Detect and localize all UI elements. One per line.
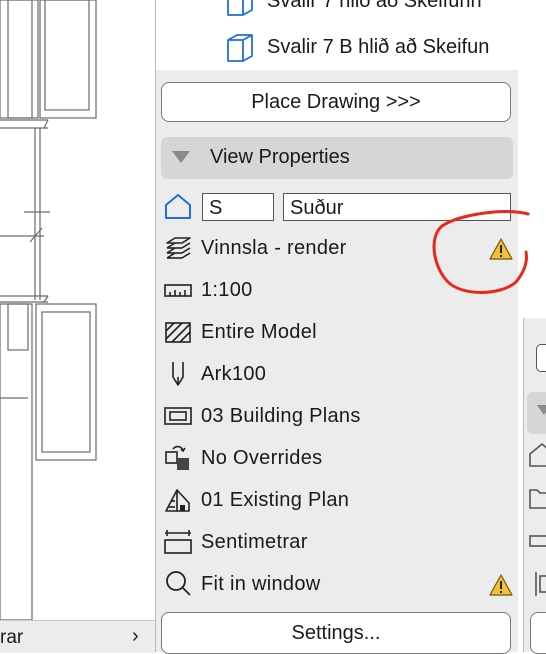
view-id-field[interactable]: S <box>202 193 274 221</box>
scale-icon <box>164 284 192 297</box>
zoom-label: Fit in window <box>201 573 321 595</box>
place-drawing-button[interactable]: Place Drawing >>> <box>161 82 511 122</box>
pen-set-icon <box>172 362 184 386</box>
settings-button[interactable]: Settings... <box>161 612 511 654</box>
layer-combination-label: Vinnsla - render <box>201 237 347 259</box>
secondary-panel <box>523 318 546 654</box>
graphic-overrides-icon <box>165 445 189 470</box>
scale-icon <box>529 535 546 547</box>
folder-icon <box>529 489 546 509</box>
zoom-icon <box>166 571 191 596</box>
view-cube-icon <box>227 0 253 16</box>
secondary-settings-button[interactable] <box>530 612 546 654</box>
view-properties-header[interactable]: View Properties <box>161 137 513 179</box>
model-view-options-label: 03 Building Plans <box>201 405 361 427</box>
zoom-row[interactable]: Fit in window <box>161 565 513 603</box>
view-name-field[interactable]: Suður <box>283 193 511 221</box>
dimension-label: Sentimetrar <box>201 531 308 553</box>
tree-item-label: Svalir 7 hlið að Skeifunn <box>267 0 482 12</box>
status-bar-text: rar <box>0 627 24 648</box>
pen-set-row[interactable]: Ark100 <box>161 355 513 393</box>
layers-icon <box>166 237 191 259</box>
dimension-icon <box>535 572 546 596</box>
graphic-overrides-row[interactable]: No Overrides <box>161 439 513 477</box>
scale-label: 1:100 <box>201 279 253 301</box>
renovation-filter-icon <box>165 489 190 512</box>
structure-display-icon <box>165 322 191 343</box>
secondary-button[interactable] <box>536 344 546 372</box>
dimension-row[interactable]: Sentimetrar <box>161 523 513 561</box>
section-title: View Properties <box>210 146 350 168</box>
renovation-filter-row[interactable]: 01 Existing Plan <box>161 481 513 519</box>
warning-icon[interactable] <box>488 237 514 261</box>
tree-item-label: Svalir 7 B hlið að Skeifun <box>267 36 490 58</box>
warning-icon[interactable] <box>488 573 514 597</box>
disclosure-triangle-icon[interactable] <box>537 405 546 415</box>
model-view-options-icon <box>164 407 192 425</box>
dimension-icon <box>164 530 192 554</box>
house-icon <box>165 194 191 219</box>
structure-display-label: Entire Model <box>201 321 317 343</box>
model-view-options-row[interactable]: 03 Building Plans <box>161 397 513 435</box>
secondary-section-header[interactable] <box>527 392 546 434</box>
chevron-right-icon[interactable]: › <box>132 625 139 648</box>
layer-combination-row[interactable]: Vinnsla - render <box>161 229 513 267</box>
drawing-canvas[interactable] <box>0 0 155 652</box>
view-cube-icon <box>227 34 253 62</box>
house-icon <box>529 442 546 467</box>
structure-display-row[interactable]: Entire Model <box>161 313 513 351</box>
disclosure-triangle-icon[interactable] <box>172 151 190 163</box>
view-tree-list[interactable]: Svalir 7 hlið að Skeifunn Svalir 7 B hli… <box>156 0 519 70</box>
status-bar: rar › <box>0 620 155 653</box>
floor-plan-drawing <box>0 0 97 621</box>
graphic-overrides-label: No Overrides <box>201 447 323 469</box>
scale-row[interactable]: 1:100 <box>161 271 513 309</box>
navigator-panel: Svalir 7 hlið að Skeifunn Svalir 7 B hli… <box>155 0 519 654</box>
renovation-filter-label: 01 Existing Plan <box>201 489 350 511</box>
pen-set-label: Ark100 <box>201 363 267 385</box>
